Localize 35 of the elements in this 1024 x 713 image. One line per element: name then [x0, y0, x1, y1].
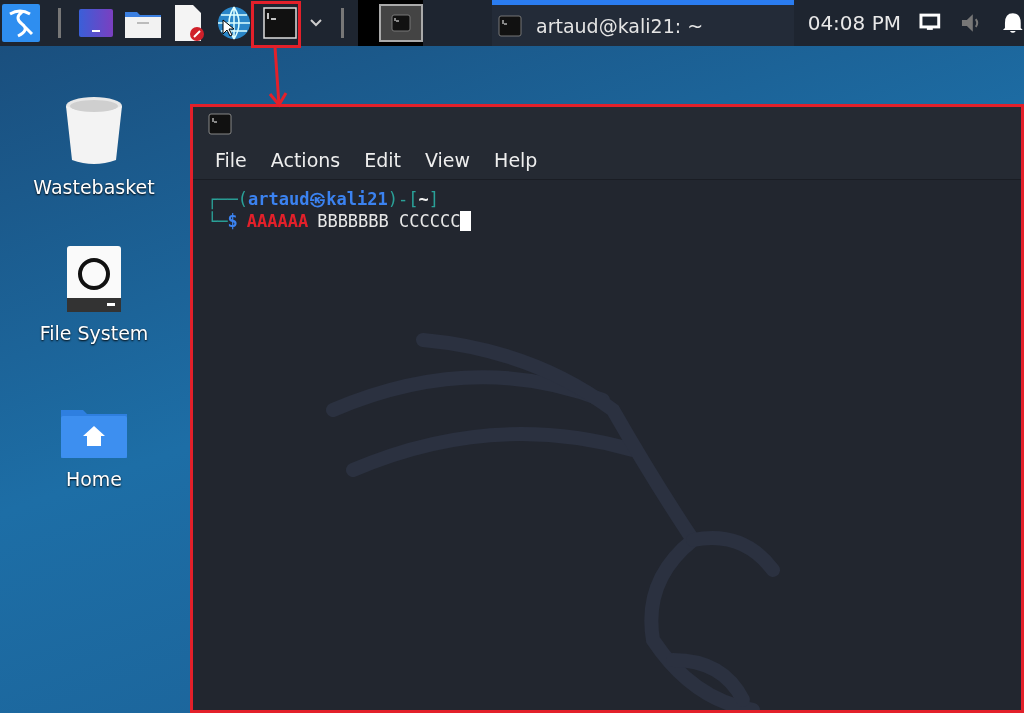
display-icon[interactable] [919, 13, 941, 33]
workspace-switcher[interactable] [358, 0, 424, 46]
terminal-icon [391, 14, 412, 32]
unknown-command-text: AAAAAA [246, 210, 309, 232]
desktop-icon-label[interactable]: Home [65, 468, 123, 490]
terminal-icon [208, 113, 232, 135]
menu-item[interactable]: File [203, 149, 259, 171]
prompt-bracket: ┌──( [207, 188, 248, 210]
prompt-bracket: ] [428, 188, 439, 210]
menu-item[interactable]: Actions [258, 149, 353, 171]
menu-item[interactable]: Help [482, 149, 550, 171]
chevron-down-icon[interactable] [309, 18, 323, 28]
text-cursor [460, 211, 472, 231]
desktop-icon-label[interactable]: File System [39, 322, 149, 344]
bell-icon[interactable] [1002, 11, 1024, 35]
trash-bin-icon [64, 96, 124, 166]
prompt-corner: └─ [207, 210, 228, 232]
menu-item[interactable]: Edit [352, 149, 413, 171]
terminal-icon [498, 14, 523, 37]
prompt-bracket: )-[ [387, 188, 419, 210]
dragon-logo-icon[interactable] [2, 4, 40, 42]
text-editor-icon[interactable] [173, 5, 205, 41]
command-arguments: BBBBBBB CCCCCC [317, 210, 461, 232]
globe-icon[interactable] [217, 6, 251, 40]
taskbar-window-button[interactable]: artaud@kali21: ~ [492, 0, 794, 46]
prompt-user-host: artaud㉿kali21 [247, 188, 388, 210]
desktop-icon-label[interactable]: Wastebasket [33, 176, 155, 198]
menu-item[interactable]: View [413, 149, 483, 171]
prompt-directory: ~ [418, 188, 429, 210]
clock[interactable]: 04:08 PM [807, 11, 901, 35]
prompt-symbol: $ [227, 210, 238, 232]
terminal-area[interactable]: ┌──(artaud㉿kali21)-[~] └─$ AAAAAA BBBBBBB CCCCCC [193, 180, 1021, 710]
terminal-icon[interactable] [263, 7, 297, 39]
drive-icon [67, 246, 121, 312]
highlight-box [251, 1, 301, 48]
